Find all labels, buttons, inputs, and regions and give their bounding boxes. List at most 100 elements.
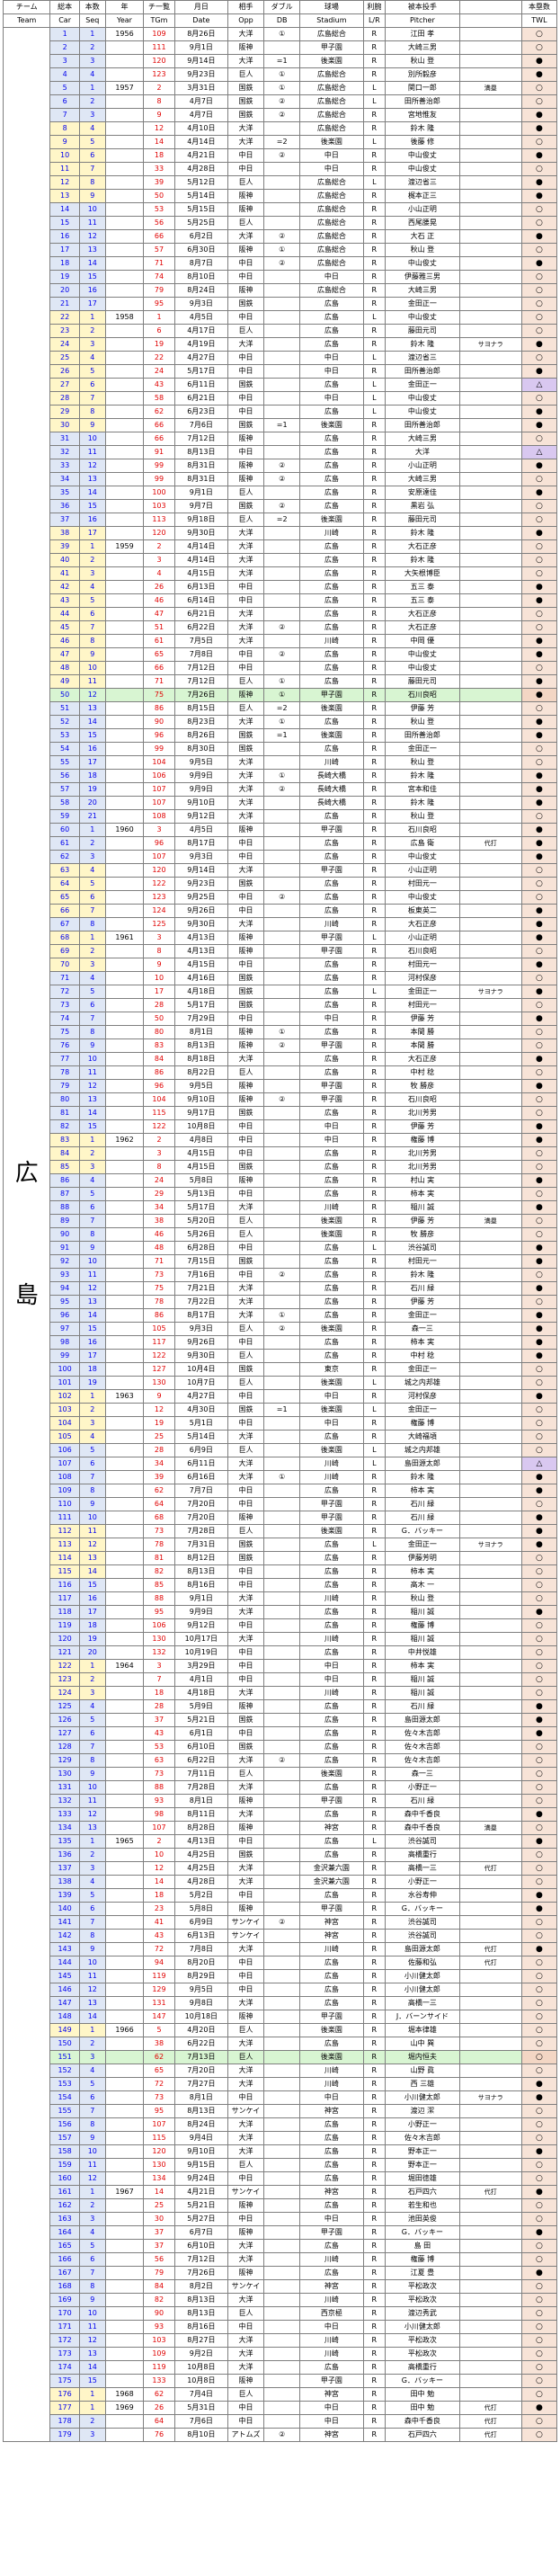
date-cell: 6月22日 (173, 2037, 228, 2051)
team-game-cell: 84 (143, 2279, 175, 2294)
year-cell: 1965 (104, 1834, 145, 1849)
year-cell (104, 2010, 145, 2024)
doubleheader-cell (263, 2401, 301, 2415)
pitcher-hand-cell: R (362, 1389, 387, 1404)
date-cell: 6月14日 (173, 593, 228, 608)
pitcher-hand-cell: R (362, 728, 387, 743)
opponent-cell: 大洋 (227, 2117, 265, 2132)
table-row: 56 18 106 9月9日 大洋 ① 長崎大橋 R 鈴木 隆 ● (4, 769, 558, 783)
header-cell: チーム (2, 0, 51, 14)
table-row: 116 15 85 8月16日 中日 広島 R 高木 一 ○ (4, 1578, 558, 1592)
note-cell (458, 1740, 522, 1754)
career-number-cell: 60 (49, 823, 80, 837)
career-number-cell: 158 (49, 2144, 80, 2159)
table-row: 163 3 30 5月27日 中日 中日 R 池田英俊 ○ (4, 2212, 558, 2226)
doubleheader-cell (263, 310, 301, 325)
career-number-cell: 5 (49, 81, 80, 95)
stadium-cell: 広島 (299, 809, 364, 824)
pitcher-hand-cell: R (362, 715, 387, 729)
year-cell (104, 2252, 145, 2267)
pitcher-name-cell: 金田正一 (385, 1362, 460, 1377)
team-game-cell: 57 (143, 243, 175, 257)
doubleheader-cell (263, 607, 301, 621)
date-cell: 8月13日 (173, 2306, 228, 2321)
team-result-cell: ○ (520, 1160, 558, 1174)
season-number-cell: 7 (78, 2104, 106, 2118)
doubleheader-cell (263, 2225, 301, 2240)
pitcher-name-cell: G．バッキー (385, 2225, 460, 2240)
season-number-cell: 15 (78, 1119, 106, 1134)
pitcher-hand-cell: R (362, 539, 387, 554)
season-number-cell: 8 (78, 634, 106, 648)
pitcher-hand-cell: R (362, 809, 387, 824)
team-result-cell: ○ (520, 2212, 558, 2226)
season-number-cell: 15 (78, 1578, 106, 1592)
table-row: 141 7 41 6月9日 サンケイ ② 神宮 R 渋谷誠司 ○ (4, 1915, 558, 1930)
team-game-cell: 9 (143, 1389, 175, 1404)
table-row: 89 7 38 5月20日 巨人 後楽園 R 伊藤 芳満塁 ○ (4, 1214, 558, 1228)
stadium-cell: 後楽園 (299, 1376, 364, 1390)
season-number-cell: 9 (78, 2293, 106, 2307)
pitcher-hand-cell: R (362, 2414, 387, 2429)
pitcher-hand-cell: R (362, 566, 387, 581)
team-result-cell: ● (520, 1726, 558, 1741)
table-row: 50 12 75 7月26日 阪神 ① 甲子園 R 石川良昭 ● (4, 688, 558, 702)
stadium-cell: 川崎 (299, 2333, 364, 2348)
date-cell: 8月11日 (173, 1807, 228, 1822)
stadium-cell: 川崎 (299, 2077, 364, 2091)
note-cell (458, 634, 522, 648)
date-cell: 4月14日 (173, 539, 228, 554)
note-cell (458, 1969, 522, 1983)
season-number-cell: 4 (78, 1430, 106, 1444)
year-cell (104, 1038, 145, 1053)
doubleheader-cell (263, 755, 301, 770)
team-result-cell: ● (520, 121, 558, 136)
date-cell: 9月4日 (173, 2131, 228, 2145)
stadium-cell: 中日 (299, 391, 364, 406)
team-result-cell: ● (520, 1807, 558, 1822)
pitcher-hand-cell: R (362, 1618, 387, 1633)
table-row: 37 16 113 9月18日 巨人 =2 後楽園 R 藤田元司 ○ (4, 513, 558, 527)
header-cell: 相手 (227, 0, 265, 14)
team-game-cell: 3 (143, 823, 175, 837)
pitcher-hand-cell: L (362, 391, 387, 406)
year-cell (104, 607, 145, 621)
team-result-cell: ○ (520, 971, 558, 985)
team-result-cell: ● (520, 1241, 558, 1255)
date-cell: 10月19日 (173, 1645, 228, 1660)
stadium-cell: 東京 (299, 1362, 364, 1377)
year-cell (104, 2225, 145, 2240)
team-result-cell: ○ (520, 742, 558, 756)
team-result-cell: ● (520, 1389, 558, 1404)
pitcher-name-cell: G．バッキー (385, 1524, 460, 1538)
stadium-cell: 甲子園 (299, 1794, 364, 1808)
pitcher-hand-cell: L (362, 94, 387, 109)
opponent-cell: 中日 (227, 162, 265, 176)
stadium-cell: 川崎 (299, 526, 364, 540)
date-cell: 9月5日 (173, 1983, 228, 1997)
stadium-cell: 甲子園 (299, 40, 364, 55)
team-result-cell: ● (520, 850, 558, 864)
year-cell (104, 1969, 145, 1983)
date-cell: 4月30日 (173, 1403, 228, 1417)
date-cell: 9月9日 (173, 1605, 228, 1619)
stadium-cell: 中日 (299, 1672, 364, 1687)
pitcher-name-cell: 森一三 (385, 1767, 460, 1781)
team-game-cell: 14 (143, 1875, 175, 1889)
date-cell: 8月20日 (173, 1956, 228, 1970)
date-cell: 3月29日 (173, 1659, 228, 1673)
table-row: 76 9 83 8月13日 阪神 ② 甲子園 R 本間 勝 ○ (4, 1038, 558, 1053)
table-row: 100 18 127 10月4日 国鉄 東京 R 金田正一 ○ (4, 1362, 558, 1377)
stadium-cell: 中日 (299, 2090, 364, 2105)
year-cell (104, 1160, 145, 1174)
season-number-cell: 19 (78, 1632, 106, 1646)
doubleheader-cell (263, 2037, 301, 2051)
career-number-cell: 107 (49, 1457, 80, 1471)
team-result-cell: ● (520, 1942, 558, 1957)
opponent-cell: 巨人 (227, 2158, 265, 2172)
pitcher-name-cell: 藤田元司 (385, 324, 460, 338)
stadium-cell: 中日 (299, 148, 364, 163)
note-cell (458, 202, 522, 217)
stadium-cell: 広島 (299, 2158, 364, 2172)
doubleheader-cell (263, 1996, 301, 2010)
